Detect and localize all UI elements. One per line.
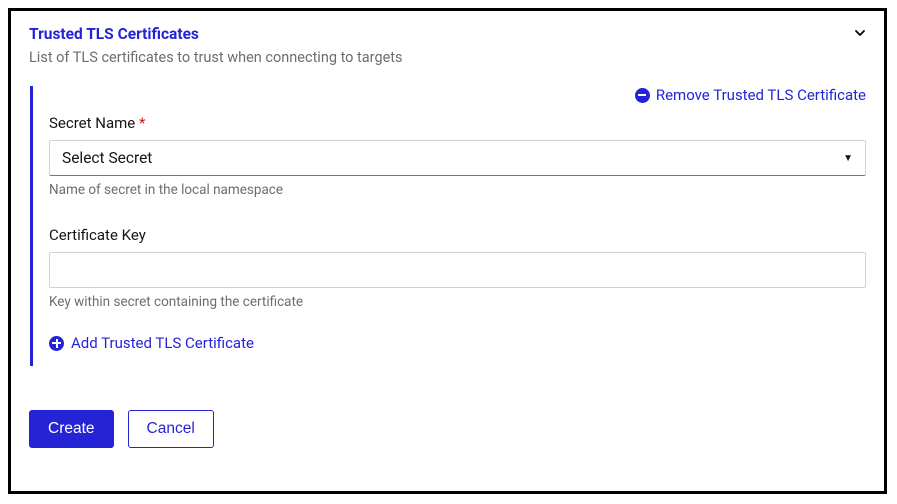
section-title: Trusted TLS Certificates (29, 25, 199, 43)
section-description: List of TLS certificates to trust when c… (29, 49, 866, 66)
secret-name-hint: Name of secret in the local namespace (49, 182, 866, 198)
remove-certificate-button[interactable]: Remove Trusted TLS Certificate (635, 86, 866, 104)
secret-name-selected-value: Select Secret (62, 149, 843, 167)
minus-circle-icon (635, 88, 650, 103)
plus-circle-icon (49, 336, 64, 351)
certificate-key-input[interactable] (49, 252, 866, 288)
secret-name-select[interactable]: Select Secret ▼ (49, 140, 866, 176)
add-certificate-label: Add Trusted TLS Certificate (71, 334, 254, 352)
section-header: Trusted TLS Certificates (29, 25, 866, 43)
trusted-tls-panel: Trusted TLS Certificates List of TLS cer… (8, 8, 887, 494)
certificate-key-label: Certificate Key (49, 226, 866, 244)
create-button[interactable]: Create (29, 410, 114, 448)
caret-down-icon: ▼ (843, 153, 853, 164)
certificate-key-hint: Key within secret containing the certifi… (49, 294, 866, 310)
add-certificate-button[interactable]: Add Trusted TLS Certificate (49, 334, 866, 352)
chevron-down-icon[interactable] (854, 27, 866, 42)
action-buttons: Create Cancel (29, 410, 866, 448)
remove-row: Remove Trusted TLS Certificate (49, 86, 866, 104)
required-asterisk: * (139, 114, 145, 132)
remove-certificate-label: Remove Trusted TLS Certificate (656, 86, 866, 104)
cancel-button[interactable]: Cancel (128, 410, 214, 448)
certificate-form-block: Remove Trusted TLS Certificate Secret Na… (30, 86, 866, 366)
secret-name-label: Secret Name * (49, 114, 866, 132)
